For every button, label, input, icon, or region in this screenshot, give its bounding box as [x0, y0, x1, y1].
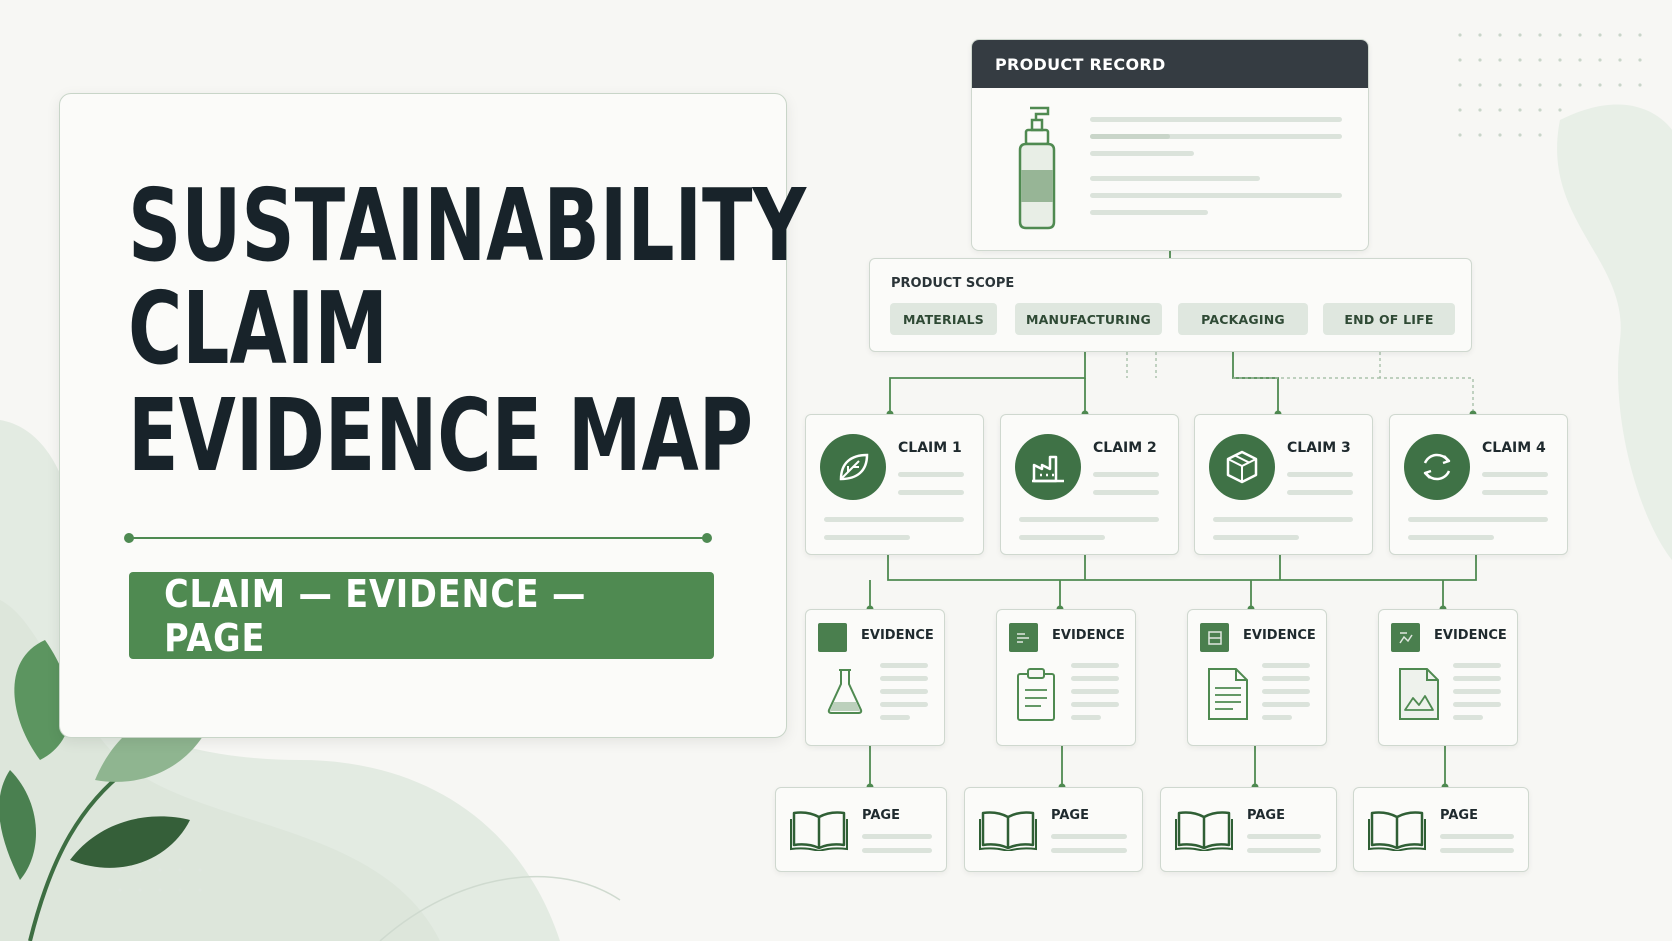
claim-card-1[interactable]: CLAIM 1 — [805, 414, 984, 555]
document-icon — [1208, 668, 1248, 720]
evidence-card-1[interactable]: EVIDENCE — [805, 609, 945, 746]
title-panel: SUSTAINABILITY CLAIM EVIDENCE MAP CLAIM … — [59, 93, 806, 738]
box-icon — [1209, 434, 1275, 500]
page-card-2[interactable]: PAGE — [964, 787, 1143, 872]
evidence-title: EVIDENCE — [861, 628, 934, 643]
page-title: PAGE — [1440, 808, 1478, 823]
flow-banner: CLAIM — EVIDENCE — PAGE — [129, 571, 714, 660]
evidence-title: EVIDENCE — [1434, 628, 1507, 643]
page-title: PAGE — [1247, 808, 1285, 823]
scope-chip-materials[interactable]: MATERIALS — [890, 303, 997, 335]
evidence-title: EVIDENCE — [1052, 628, 1125, 643]
claim-title: CLAIM 1 — [898, 440, 962, 456]
product-record-header: PRODUCT RECORD — [972, 40, 1368, 88]
leaf-icon — [820, 434, 886, 500]
evidence-card-2[interactable]: EVIDENCE — [996, 609, 1136, 746]
evidence-card-3[interactable]: EVIDENCE — [1187, 609, 1327, 746]
title-line-3: EVIDENCE MAP — [128, 377, 754, 494]
title-line-2: CLAIM — [128, 270, 388, 387]
factory-icon — [1015, 434, 1081, 500]
pump-bottle-icon — [1018, 106, 1056, 230]
page-title: PAGE — [862, 808, 900, 823]
page-card-3[interactable]: PAGE — [1160, 787, 1337, 872]
claim-card-2[interactable]: CLAIM 2 — [1000, 414, 1179, 555]
scope-chip-end-of-life[interactable]: END OF LIFE — [1323, 303, 1455, 335]
open-book-icon — [790, 811, 848, 851]
claim-title: CLAIM 2 — [1093, 440, 1157, 456]
divider-dot-right — [702, 533, 712, 543]
scope-chip-packaging[interactable]: PACKAGING — [1178, 303, 1308, 335]
evidence-card-4[interactable]: EVIDENCE — [1378, 609, 1518, 746]
evidence-badge-icon — [1391, 623, 1420, 652]
open-book-icon — [979, 811, 1037, 851]
evidence-badge-icon — [1200, 623, 1229, 652]
scope-chip-manufacturing[interactable]: MANUFACTURING — [1015, 303, 1162, 335]
page-title: PAGE — [1051, 808, 1089, 823]
claim-title: CLAIM 3 — [1287, 440, 1351, 456]
clipboard-icon — [1017, 668, 1055, 721]
evidence-badge-icon — [1009, 623, 1038, 652]
product-record-card[interactable]: PRODUCT RECORD — [971, 39, 1369, 251]
evidence-title: EVIDENCE — [1243, 628, 1316, 643]
evidence-badge-icon — [818, 623, 847, 652]
flow-banner-text: CLAIM — EVIDENCE — PAGE — [164, 571, 587, 660]
page-card-4[interactable]: PAGE — [1353, 787, 1529, 872]
claim-title: CLAIM 4 — [1482, 440, 1546, 456]
product-scope-card: PRODUCT SCOPE MATERIALS MANUFACTURING PA… — [869, 258, 1472, 352]
recycle-icon — [1404, 434, 1470, 500]
open-book-icon — [1368, 811, 1426, 851]
open-book-icon — [1175, 811, 1233, 851]
image-document-icon — [1399, 668, 1439, 720]
page-card-1[interactable]: PAGE — [775, 787, 947, 872]
divider-line — [129, 537, 707, 539]
claim-card-4[interactable]: CLAIM 4 — [1389, 414, 1568, 555]
title-line-1: SUSTAINABILITY — [128, 167, 807, 284]
flask-icon — [827, 669, 863, 714]
product-scope-title: PRODUCT SCOPE — [891, 276, 1015, 291]
claim-card-3[interactable]: CLAIM 3 — [1194, 414, 1373, 555]
